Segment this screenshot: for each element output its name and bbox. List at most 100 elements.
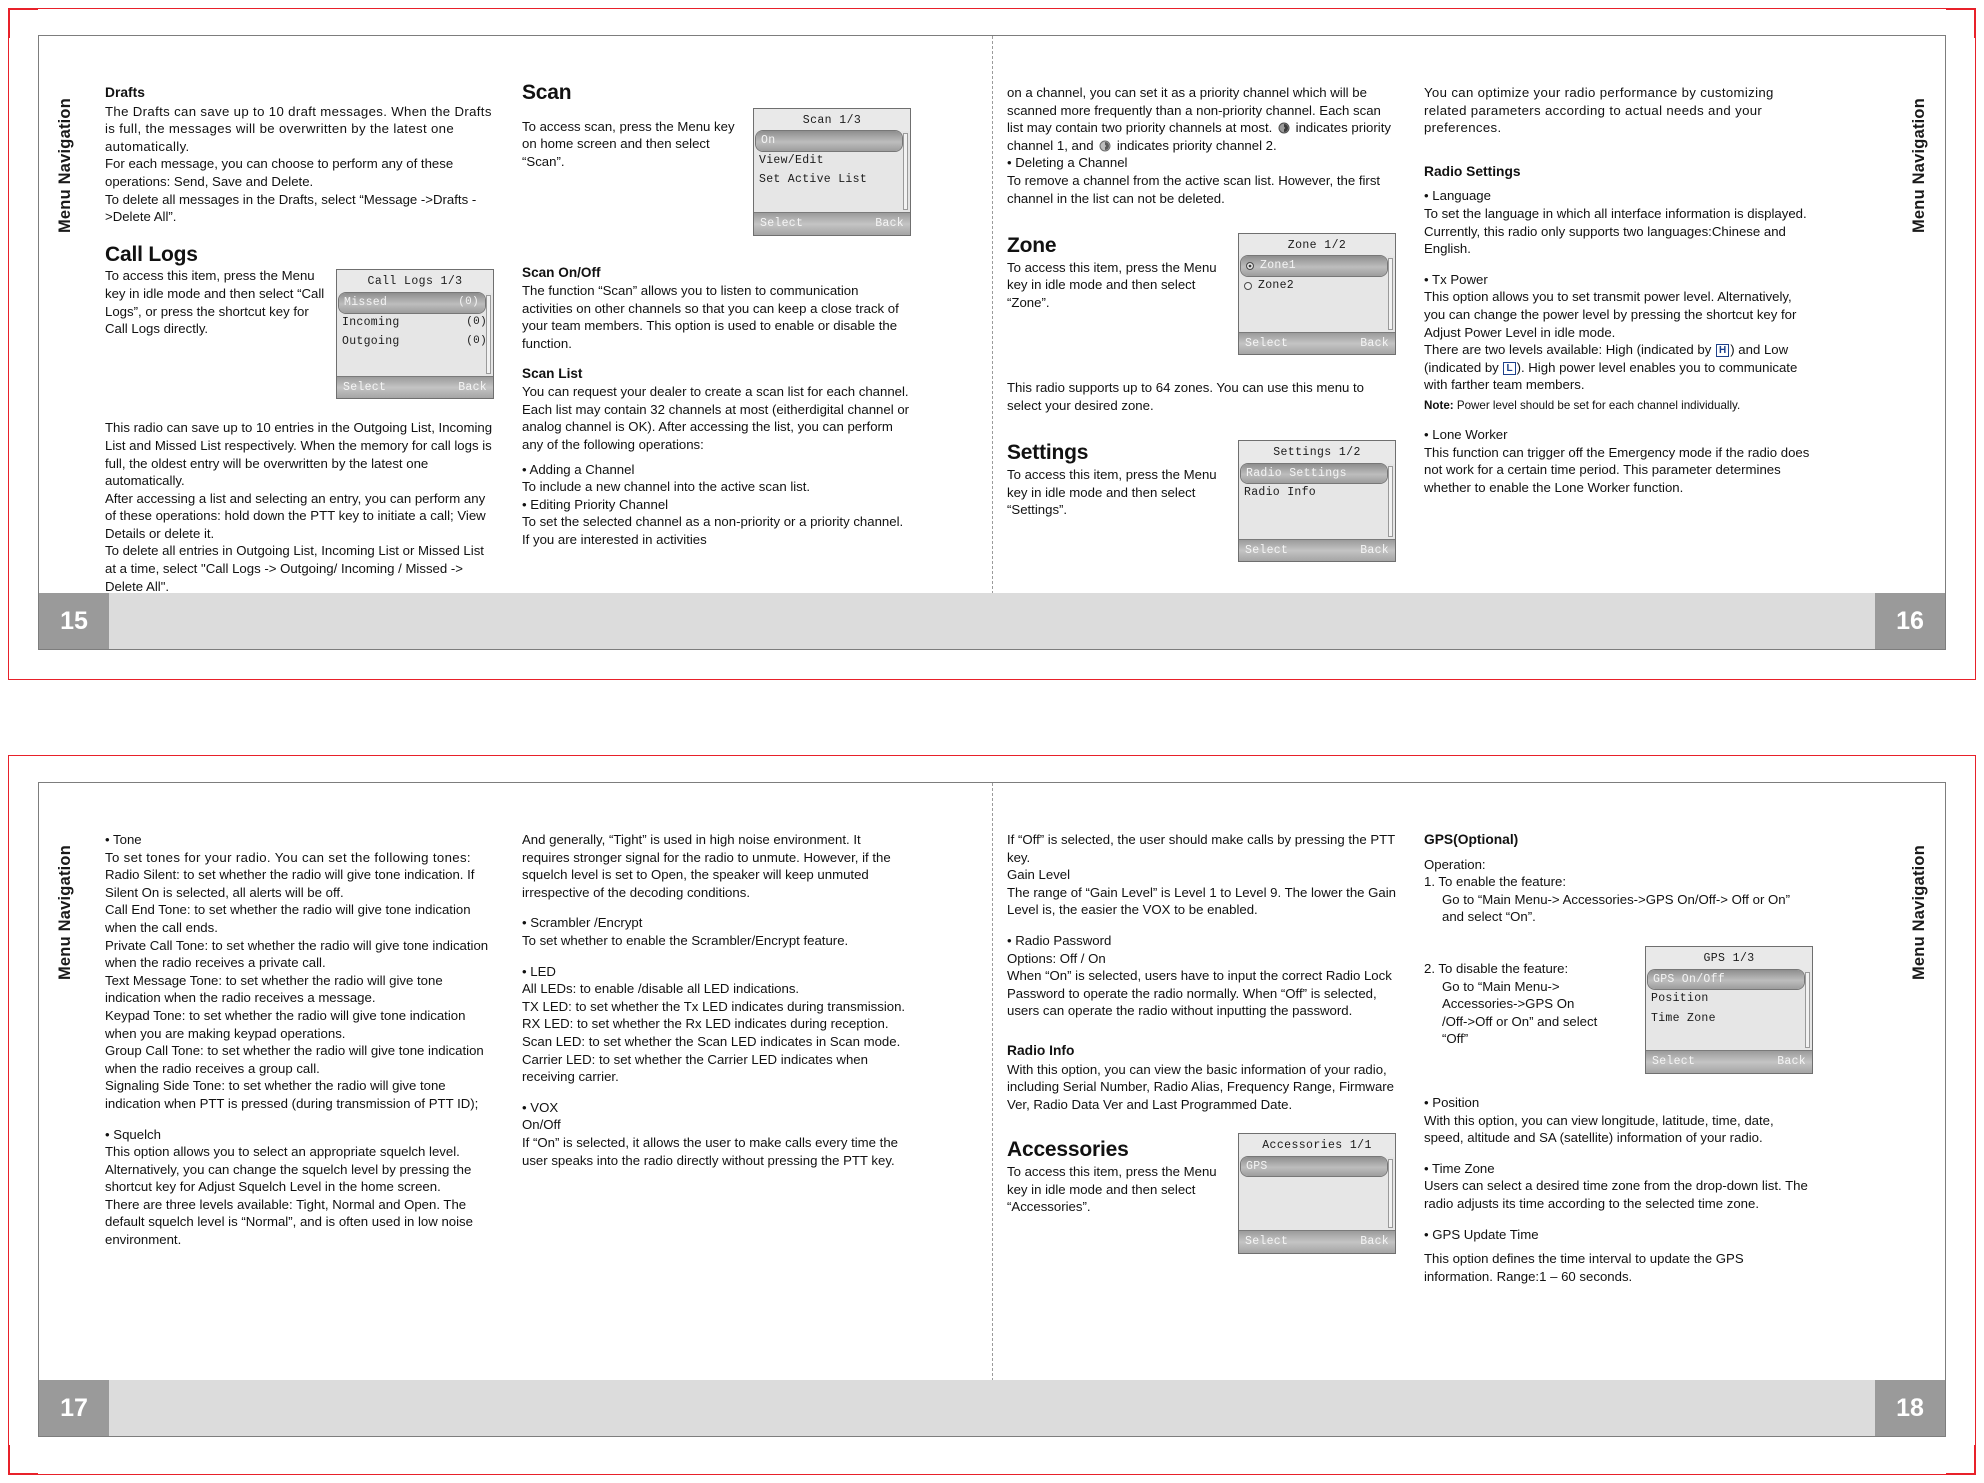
lcd-item-zone1-label: Zone1 <box>1246 257 1296 275</box>
lcd-title-call-logs: Call Logs 1/3 <box>337 270 493 293</box>
call-logs-heading: Call Logs <box>105 242 198 266</box>
vox-gain-level-paragraph: The range of “Gain Level” is Level 1 to … <box>1007 884 1397 918</box>
time-zone-paragraph: Users can select a desired time zone fro… <box>1424 1178 1808 1211</box>
page-18: If “Off” is selected, the user should ma… <box>991 783 1945 1436</box>
softkey-back[interactable]: Back <box>458 379 487 397</box>
lcd-scrollbar-accessories[interactable] <box>1388 1158 1393 1229</box>
lcd-item-zone2-label: Zone2 <box>1244 277 1294 295</box>
bullet-gps-update-time: • GPS Update Time <box>1424 1226 1539 1242</box>
lcd-item-gps[interactable]: GPS <box>1241 1156 1387 1177</box>
page-number-16: 16 <box>1875 593 1945 649</box>
clearfix-gps <box>1424 1080 1813 1094</box>
gps-step1-detail: Go to “Main Menu-> Accessories->GPS On/O… <box>1442 891 1791 925</box>
priority-channel-1-icon <box>1278 122 1290 134</box>
lcd-body-settings: Radio Settings Radio Info <box>1239 463 1395 539</box>
softkey-select[interactable]: Select <box>1652 1053 1695 1071</box>
radio-settings-intro-paragraph: You can optimize your radio performance … <box>1424 85 1774 136</box>
page-18-column-2: GPS(Optional) Operation: 1. To enable th… <box>1410 831 1827 1436</box>
lcd-body-gps: GPS On/Off Position Time Zone <box>1646 969 1812 1051</box>
bullet-adding-a-channel: • Adding a Channel <box>522 461 635 477</box>
lcd-softkeys-scan: Select Back <box>754 211 910 235</box>
lcd-item-missed-label: Missed <box>344 295 388 309</box>
lcd-item-zone2[interactable]: Zone2 <box>1239 276 1395 296</box>
corner-tick-bl <box>8 1473 38 1475</box>
softkey-select[interactable]: Select <box>1245 542 1288 560</box>
scan-list-heading: Scan List <box>522 365 583 381</box>
lcd-scrollbar-gps[interactable] <box>1805 971 1810 1049</box>
softkey-select[interactable]: Select <box>760 215 803 233</box>
scan-on-off-heading: Scan On/Off <box>522 264 601 280</box>
softkey-select[interactable]: Select <box>1245 1233 1288 1251</box>
lcd-item-outgoing[interactable]: Outgoing (0) <box>337 332 493 352</box>
lcd-scrollbar-scan[interactable] <box>903 133 908 210</box>
lcd-scrollbar-zone[interactable] <box>1388 258 1393 330</box>
lcd-scrollbar[interactable] <box>486 294 491 374</box>
lcd-item-time-zone[interactable]: Time Zone <box>1646 1009 1812 1029</box>
lcd-title-settings: Settings 1/2 <box>1239 440 1395 464</box>
lcd-item-zone1[interactable]: Zone1 <box>1241 256 1387 276</box>
gps-heading: GPS(Optional) <box>1424 832 1519 847</box>
softkey-back[interactable]: Back <box>1360 1233 1389 1251</box>
page-number-18: 18 <box>1875 1380 1945 1436</box>
page-15-columns: Drafts The Drafts can save up to 10 draf… <box>91 36 992 649</box>
note-label: Note: <box>1424 398 1454 412</box>
lcd-blank-space-settings <box>1239 503 1395 539</box>
lcd-item-position[interactable]: Position <box>1646 989 1812 1009</box>
lcd-item-set-active-list[interactable]: Set Active List <box>754 170 910 190</box>
radio-info-heading: Radio Info <box>1007 1042 1075 1058</box>
lcd-item-outgoing-count: (0) <box>466 335 487 348</box>
side-tab-label: Menu Navigation <box>55 98 74 234</box>
lcd-item-missed[interactable]: Missed (0) <box>339 292 485 313</box>
lcd-item-radio-info[interactable]: Radio Info <box>1239 483 1395 503</box>
drafts-paragraph-2: For each message, you can choose to perf… <box>105 156 454 189</box>
radio-info-paragraph: With this option, you can view the basic… <box>1007 1061 1395 1112</box>
call-logs-paragraph-4: To delete all entries in Outgoing List, … <box>105 543 484 594</box>
lcd-blank-space-zone <box>1239 296 1395 332</box>
folio-bar-18 <box>991 1380 1875 1436</box>
editing-priority-channel-paragraph: To set the selected channel as a non-pri… <box>522 514 904 547</box>
corner-tick-br <box>1946 1473 1976 1475</box>
tone-paragraph-1: To set tones for your radio. You can set… <box>105 849 471 865</box>
zone-paragraph-2: This radio supports up to 64 zones. You … <box>1007 380 1365 413</box>
softkey-select[interactable]: Select <box>343 379 386 397</box>
scan-priority-paragraph-part1: on a channel, you can set it as a priori… <box>1007 84 1396 154</box>
softkey-back[interactable]: Back <box>1777 1053 1806 1071</box>
radio-selected-icon <box>1246 262 1254 271</box>
bullet-radio-password: • Radio Password <box>1007 932 1112 948</box>
softkey-back[interactable]: Back <box>875 215 904 233</box>
tx-power-paragraph-2: There are two levels available: High (in… <box>1424 341 1813 394</box>
lcd-body-call-logs: Missed (0) Incoming (0) Outgoing (0) <box>337 292 493 376</box>
tx-power-note: Note: Power level should be set for each… <box>1424 398 1813 413</box>
page-15-column-2: Scan Scan 1/3 On View/Edit Set Active Li… <box>508 82 925 649</box>
scan-list-paragraph: You can request your dealer to create a … <box>522 384 910 452</box>
lcd-item-incoming[interactable]: Incoming (0) <box>337 313 493 333</box>
settings-paragraph-1: To access this item, press the Menu key … <box>1007 466 1217 518</box>
softkey-select[interactable]: Select <box>1245 335 1288 353</box>
lcd-item-scan-on[interactable]: On <box>756 131 902 151</box>
radio-password-paragraph: When “On” is selected, users have to inp… <box>1007 968 1392 1019</box>
spread-pages-15-16: Menu Navigation Drafts The Drafts can sa… <box>38 35 1946 650</box>
corner-tick-bl2 <box>8 1445 10 1475</box>
lcd-scrollbar-settings[interactable] <box>1388 465 1393 537</box>
bullet-squelch: • Squelch <box>105 1126 161 1142</box>
zone1-text: Zone1 <box>1260 259 1297 273</box>
lcd-screen-settings: Settings 1/2 Radio Settings Radio Info S… <box>1238 439 1396 563</box>
high-power-icon: H <box>1716 344 1730 358</box>
softkey-back[interactable]: Back <box>1360 335 1389 353</box>
lcd-item-view-edit[interactable]: View/Edit <box>754 151 910 171</box>
page-17-columns: • Tone To set tones for your radio. You … <box>91 783 992 1436</box>
clearfix-zone <box>1007 361 1396 379</box>
tone-paragraph-3: Call End Tone: to set whether the radio … <box>105 902 471 935</box>
lcd-item-gps-on-off[interactable]: GPS On/Off <box>1648 969 1804 990</box>
lone-worker-paragraph: This function can trigger off the Emerge… <box>1424 444 1810 495</box>
bullet-scrambler-encrypt: • Scrambler /Encrypt <box>522 915 643 931</box>
clearfix <box>105 405 494 419</box>
bullet-lone-worker: • Lone Worker <box>1424 426 1508 442</box>
led-paragraph-2: TX LED: to set whether the Tx LED indica… <box>522 998 906 1014</box>
softkey-back[interactable]: Back <box>1360 542 1389 560</box>
led-paragraph-3: RX LED: to set whether the Rx LED indica… <box>522 1016 889 1032</box>
lcd-item-radio-settings[interactable]: Radio Settings <box>1241 463 1387 484</box>
lcd-body-zone: Zone1 Zone2 <box>1239 256 1395 332</box>
lcd-body-accessories: GPS <box>1239 1156 1395 1231</box>
tx-power-paragraph-1: This option allows you to set transmit p… <box>1424 289 1797 340</box>
